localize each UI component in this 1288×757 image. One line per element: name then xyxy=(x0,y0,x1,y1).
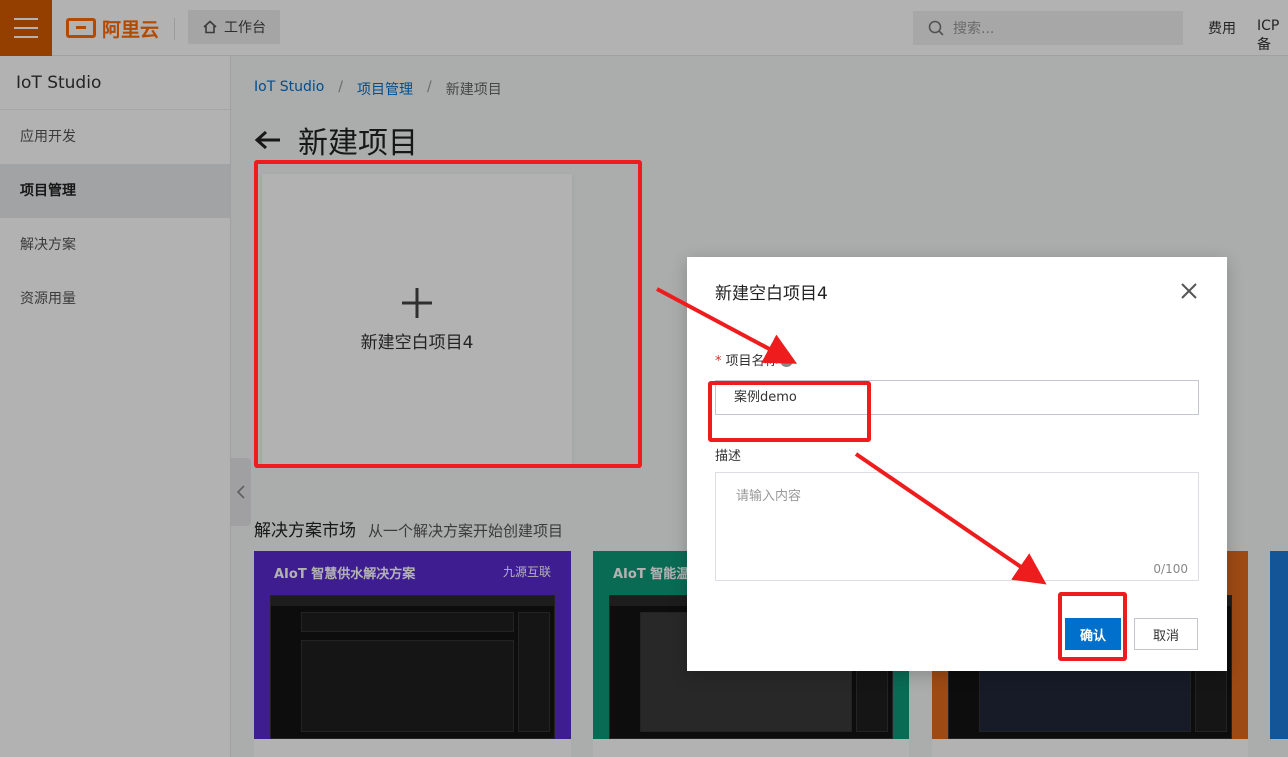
annotation-box-name-input xyxy=(708,381,871,442)
name-field-label: * 项目名称 xyxy=(715,350,793,369)
required-mark: * xyxy=(715,354,722,369)
description-textarea[interactable]: 请输入内容 0/100 xyxy=(715,472,1199,581)
name-label-text: 项目名称 xyxy=(725,354,778,369)
help-icon[interactable] xyxy=(779,354,793,367)
annotation-box-confirm xyxy=(1058,592,1127,661)
description-placeholder: 请输入内容 xyxy=(736,489,802,504)
dialog-title: 新建空白项目4 xyxy=(715,284,828,304)
close-icon[interactable] xyxy=(1179,281,1199,301)
cancel-button[interactable]: 取消 xyxy=(1134,618,1198,650)
new-project-dialog: 新建空白项目4 * 项目名称 案例demo 描述 请输入内容 0/100 确认 取… xyxy=(687,257,1227,671)
desc-field-label: 描述 xyxy=(715,449,742,464)
char-counter: 0/100 xyxy=(1153,562,1188,576)
annotation-box-blank-card xyxy=(254,160,642,468)
